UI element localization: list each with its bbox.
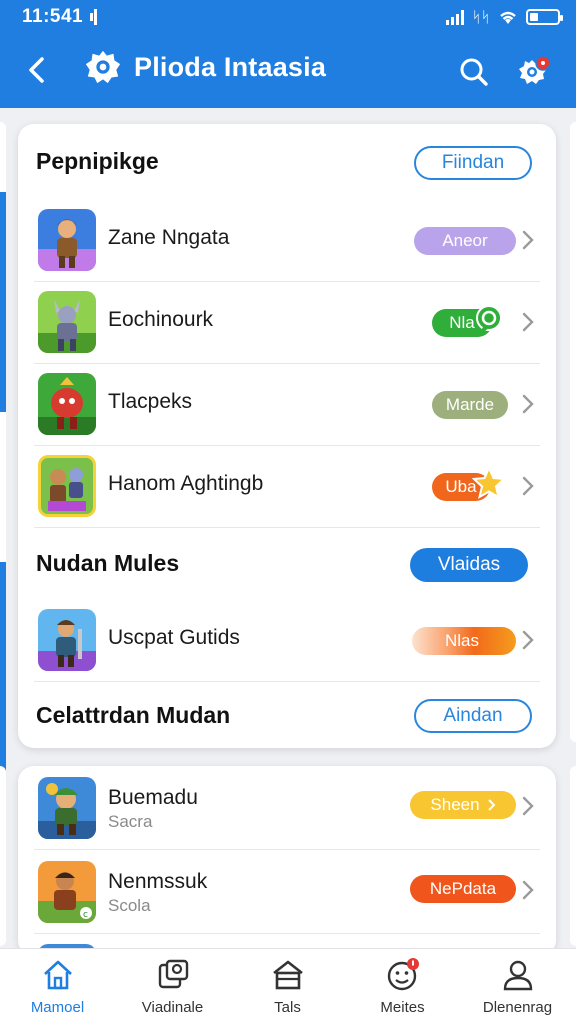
section-title: Nudan Mules xyxy=(36,550,180,576)
game-name: Tlacpeks xyxy=(108,390,193,413)
chevron-right-icon xyxy=(518,308,538,336)
nav-label: Dlenenrag xyxy=(482,999,553,1016)
game-badge: Aneor xyxy=(414,227,516,255)
settings-notification-icon xyxy=(519,55,551,84)
chevron-left-icon xyxy=(29,57,44,83)
game-subtitle: Scola xyxy=(108,896,151,915)
gear-logo-icon xyxy=(85,50,121,84)
heroes-game-icon xyxy=(38,455,96,517)
search-button[interactable] xyxy=(454,52,494,92)
nfc-icon xyxy=(90,9,97,25)
section-action-button[interactable]: Aindan xyxy=(414,699,532,733)
chat-bubble-icon xyxy=(476,305,502,333)
smiley-icon xyxy=(387,958,419,991)
nav-item-store[interactable]: Tals xyxy=(230,949,345,1024)
star-icon xyxy=(472,466,506,500)
chevron-right-icon xyxy=(518,226,538,254)
game-badge: Nlas xyxy=(444,631,479,650)
game-name: Buemadu xyxy=(108,786,198,809)
game-badge: Sheen xyxy=(410,791,516,819)
nav-item-messages[interactable]: Meites xyxy=(345,949,460,1024)
warrior-game-icon xyxy=(38,209,96,271)
status-icons: ᛋᛋ xyxy=(445,6,563,28)
game-badge: Marde xyxy=(432,391,508,419)
nav-label: Viadinale xyxy=(141,999,204,1016)
section-header: Pepnipikge Fiindan xyxy=(18,134,556,194)
store-icon xyxy=(272,960,303,990)
bottom-navigation: Mamoel Viadinale Tals Meites Dlenenrag xyxy=(0,948,576,1024)
adventurer-game-icon xyxy=(38,609,96,671)
game-subtitle: Sacra xyxy=(108,812,153,831)
game-name: Uscpat Gutids xyxy=(108,626,240,649)
dwarf-game-icon xyxy=(38,777,96,839)
nav-label: Meites xyxy=(380,999,425,1016)
status-time: 11:541 xyxy=(22,6,84,27)
signal-icon xyxy=(445,9,464,25)
app-bar: 11:541 ᛋᛋ Plioda Intaasia xyxy=(0,0,576,108)
list-item[interactable]: Tlacpeks Marde xyxy=(34,364,540,446)
battery-icon xyxy=(526,9,563,25)
game-name: Zane Nngata xyxy=(108,226,230,249)
knight-game-icon xyxy=(38,291,96,353)
list-item[interactable]: Buemadu Sacra Sheen xyxy=(34,766,540,850)
next-card-peek[interactable] xyxy=(570,122,576,742)
chevron-right-icon xyxy=(518,792,538,820)
section-action-button[interactable]: Vlaidas xyxy=(410,548,528,582)
section-title: Celattrdan Mudan xyxy=(36,702,231,728)
network-label: ᛋᛋ xyxy=(471,8,490,26)
notifications-button[interactable] xyxy=(512,50,556,94)
app-title: Plioda Intaasia xyxy=(134,51,327,82)
list-item[interactable]: c Nenmssuk Scola NePdata xyxy=(34,850,540,934)
status-bar: 11:541 ᛋᛋ xyxy=(0,0,576,36)
chevron-right-small-icon xyxy=(487,799,495,811)
red-beast-game-icon xyxy=(38,373,96,435)
list-item[interactable]: Zane Nngata Aneor xyxy=(34,200,540,282)
section-title: Pepnipikge xyxy=(36,148,159,174)
brand: Plioda Intaasia xyxy=(84,48,326,86)
svg-text:c: c xyxy=(83,910,88,920)
profile-icon xyxy=(503,960,532,991)
nav-label: Mamoel xyxy=(30,999,85,1016)
section-header: Nudan Mules Vlaidas xyxy=(18,536,556,596)
previous-card-peek[interactable] xyxy=(0,122,6,772)
game-name: Eochinourk xyxy=(108,308,214,331)
list-item[interactable]: Uscpat Gutids Nlas xyxy=(34,600,540,682)
list-item[interactable]: Eochinourk Nla xyxy=(34,282,540,364)
game-name: Hanom Aghtingb xyxy=(108,472,264,495)
nav-item-home[interactable]: Mamoel xyxy=(0,949,115,1024)
game-badge-label: Sheen xyxy=(430,795,480,814)
search-icon xyxy=(460,58,488,86)
chevron-right-icon xyxy=(518,876,538,904)
chevron-right-icon xyxy=(518,390,538,418)
nav-item-gallery[interactable]: Viadinale xyxy=(115,949,230,1024)
back-button[interactable] xyxy=(18,50,54,90)
section-header: Celattrdan Mudan Aindan xyxy=(18,686,556,746)
main-list-card: Pepnipikge Fiindan Zane Nngata Aneor Eoc… xyxy=(18,124,556,748)
game-badge: NePdata xyxy=(410,875,516,903)
wifi-icon xyxy=(500,11,516,24)
next-card-peek-lower[interactable] xyxy=(570,766,576,946)
home-icon xyxy=(43,960,72,990)
brawler-game-icon: c xyxy=(38,861,96,923)
chevron-right-icon xyxy=(518,626,538,654)
list-item[interactable]: Hanom Aghtingb Uba xyxy=(34,446,540,528)
nav-label: Tals xyxy=(274,999,301,1016)
chevron-right-icon xyxy=(518,472,538,500)
previous-card-peek-lower[interactable] xyxy=(0,766,6,946)
section-action-button[interactable]: Fiindan xyxy=(414,146,532,180)
gallery-icon xyxy=(158,959,188,989)
game-name: Nenmssuk xyxy=(108,870,208,893)
nav-item-profile[interactable]: Dlenenrag xyxy=(460,949,575,1024)
secondary-list-card: Buemadu Sacra Sheen c Nenmssuk Scola NeP… xyxy=(18,766,556,956)
